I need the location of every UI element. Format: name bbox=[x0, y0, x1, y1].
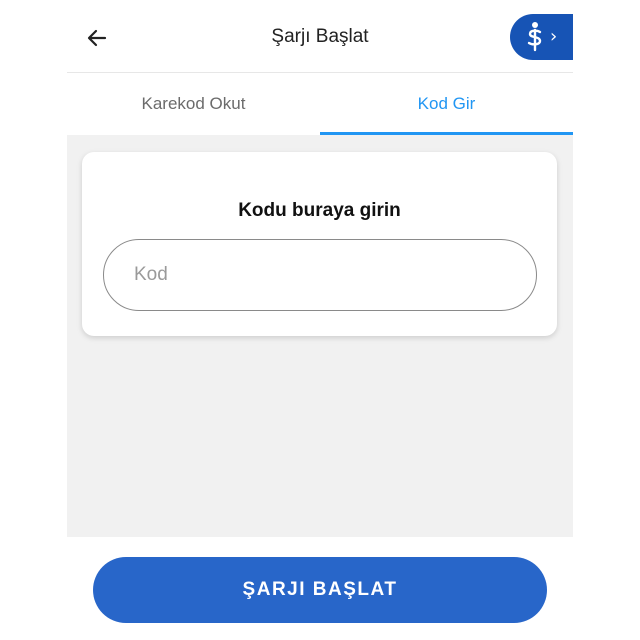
chevron-right-icon: › bbox=[550, 25, 558, 47]
code-input[interactable] bbox=[103, 239, 537, 311]
page-title: Şarjı Başlat bbox=[271, 26, 369, 47]
charge-screen: Şarjı Başlat › Karekod Okut Kod Gir Kodu… bbox=[67, 0, 573, 640]
tab-kod-gir[interactable]: Kod Gir bbox=[320, 73, 573, 135]
isbank-logo-icon bbox=[527, 22, 542, 52]
tab-bar: Karekod Okut Kod Gir bbox=[67, 73, 573, 135]
code-card: Kodu buraya girin bbox=[82, 152, 557, 336]
app-header: Şarjı Başlat › bbox=[67, 0, 573, 73]
start-charging-button[interactable]: ŞARJI BAŞLAT bbox=[93, 557, 547, 623]
content-area: Kodu buraya girin bbox=[67, 135, 573, 537]
card-title: Kodu buraya girin bbox=[238, 200, 401, 221]
tab-karekod-okut[interactable]: Karekod Okut bbox=[67, 73, 320, 135]
brand-button[interactable]: › bbox=[510, 14, 573, 60]
footer-bar: ŞARJI BAŞLAT bbox=[67, 537, 573, 640]
